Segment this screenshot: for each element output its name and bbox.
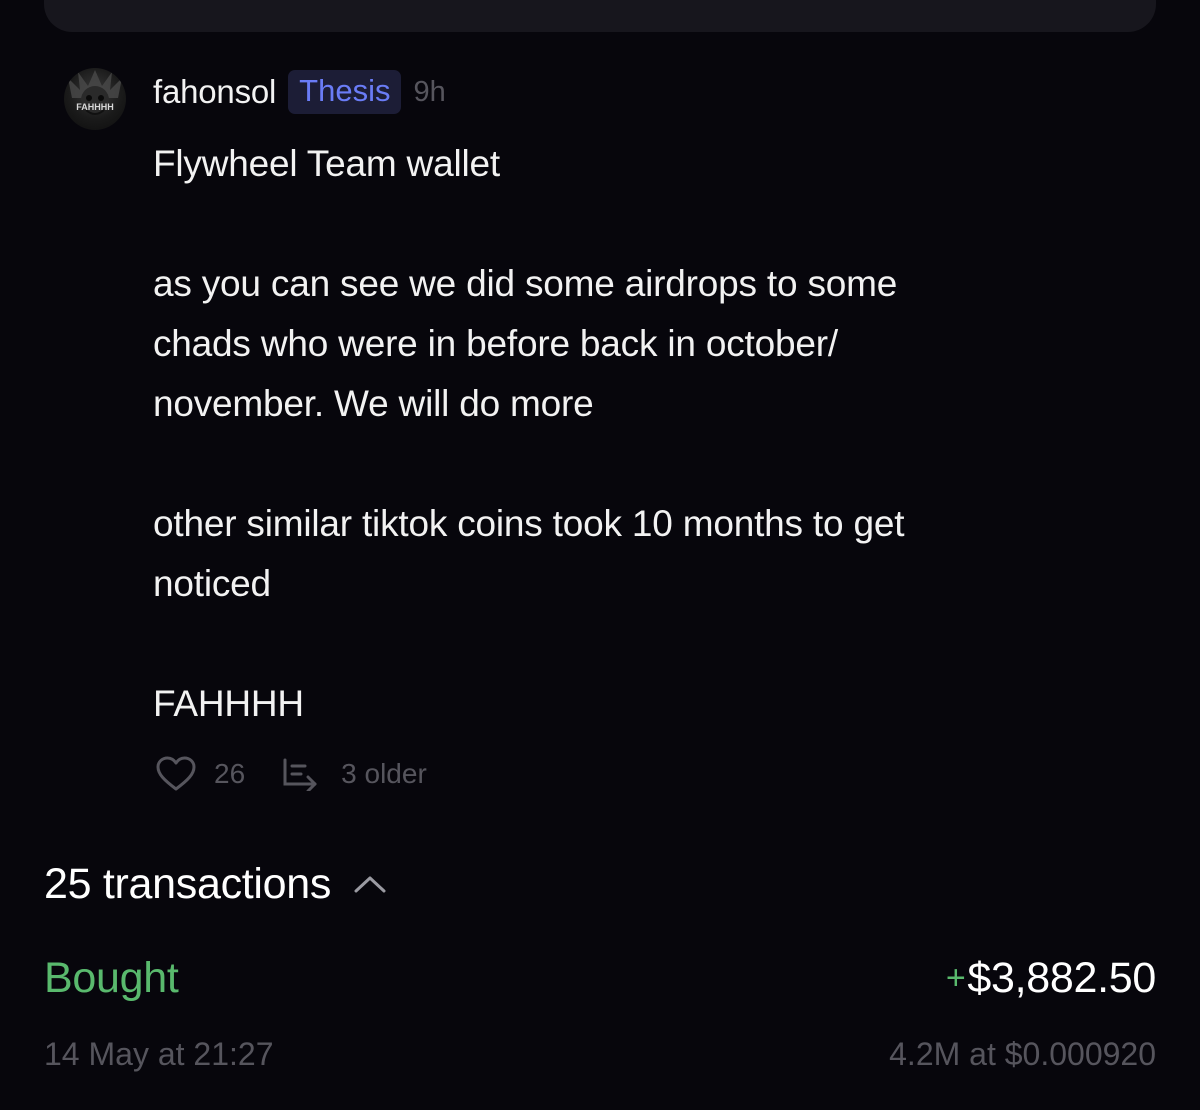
amount-sign: + [945,959,966,997]
post-header: fahonsol Thesis 9h [153,66,446,118]
transaction-detail: 4.2M at $0.000920 [889,1036,1156,1072]
post-actions: 26 3 older [156,754,427,794]
post-timestamp: 9h [413,75,446,108]
transactions-title: 25 transactions [44,859,332,908]
post-body: Flywheel Team wallet as you can see we d… [153,143,905,724]
avatar[interactable]: FAHHHH [64,68,126,130]
like-count: 26 [214,758,246,789]
transaction-type: Bought [44,954,179,1002]
transaction-amount: +$3,882.50 [946,954,1156,1003]
transaction-row[interactable]: Bought +$3,882.50 14 May at 21:27 4.2M a… [44,954,1156,1084]
avatar-logo-text: FAHHHH [76,102,114,112]
heart-icon[interactable] [156,756,196,792]
thesis-badge: Thesis [288,70,402,114]
chevron-up-icon[interactable] [353,874,387,894]
transaction-date: 14 May at 21:27 [44,1036,274,1072]
thread-reply-icon[interactable] [281,757,325,791]
previous-post-card [44,0,1156,32]
transactions-header[interactable]: 25 transactions [44,856,387,912]
username[interactable]: fahonsol [153,73,276,111]
amount-value: $3,882.50 [967,954,1156,1002]
older-replies-link[interactable]: 3 older [341,758,427,790]
avatar-image: FAHHHH [68,70,122,115]
